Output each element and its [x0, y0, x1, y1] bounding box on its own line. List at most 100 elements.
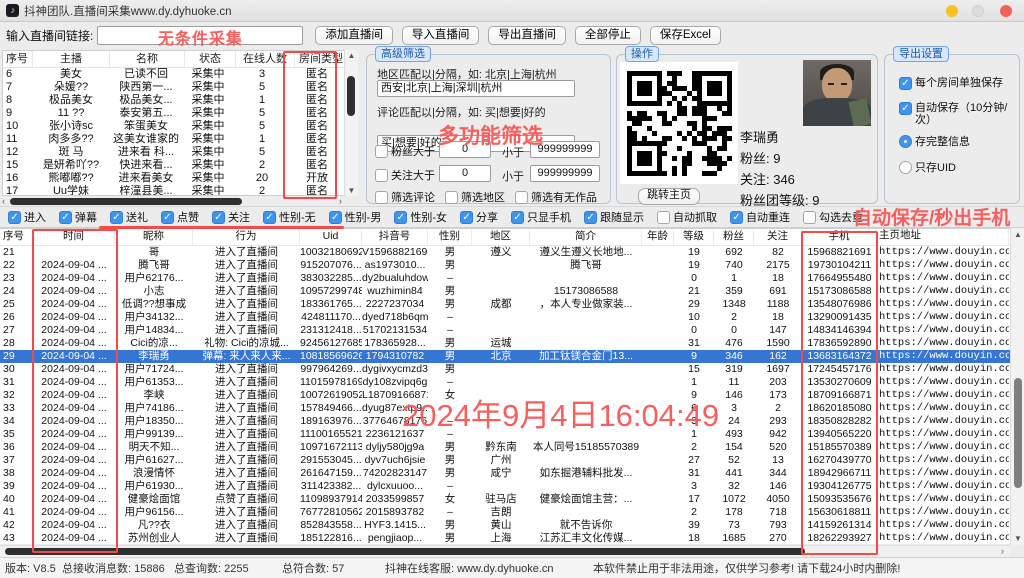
checkbox-icon[interactable]: ✓	[460, 211, 473, 224]
viewers-horizontal-scrollbar[interactable]: ›	[0, 545, 1010, 557]
import-rooms-button[interactable]: 导入直播间	[402, 26, 480, 45]
table-row[interactable]: 232024-09-04 ...用户62176...进入了直播间38303228…	[0, 272, 1010, 285]
table-row[interactable]: 10张小诗sc笨蛋美女采集中5匿名	[3, 120, 357, 133]
column-header[interactable]: 时间	[33, 229, 115, 245]
checkbox-icon[interactable]: ✓	[329, 211, 342, 224]
checkbox-icon[interactable]: ✓	[584, 211, 597, 224]
follow-min-input[interactable]: 0	[439, 165, 491, 182]
column-header[interactable]: 主页地址	[877, 229, 1009, 245]
checkbox-点赞[interactable]: ✓点赞	[161, 209, 199, 225]
checkbox-icon[interactable]	[375, 169, 388, 182]
column-header[interactable]: 昵称	[115, 229, 193, 245]
column-header[interactable]: 关注	[754, 229, 802, 245]
table-row[interactable]: 302024-09-04 ...用户71724...进入了直播间99796426…	[0, 363, 1010, 376]
column-header[interactable]: Uid	[300, 229, 362, 245]
column-header[interactable]: 主播	[33, 51, 110, 67]
checkbox-icon[interactable]	[803, 211, 816, 224]
table-row[interactable]: 17Uu学妹梓潼县美...采集中2匿名	[3, 185, 357, 196]
checkbox-icon[interactable]	[657, 211, 670, 224]
table-row[interactable]: 8极品美女极品美女...采集中1匿名	[3, 94, 357, 107]
checkbox-每个房间单独保存[interactable]: ✓每个房间单独保存	[899, 77, 1015, 90]
column-header[interactable]: 简介	[530, 229, 642, 245]
scroll-down-icon[interactable]: ▼	[1011, 534, 1024, 543]
table-row[interactable]: 15是妍希吖??快进来看...采集中2匿名	[3, 159, 357, 172]
checkbox-icon[interactable]: ✓	[899, 102, 912, 115]
checkbox-icon[interactable]: ✓	[59, 211, 72, 224]
table-row[interactable]: 11肉多多??这美女谁家的采集中1匿名	[3, 133, 357, 146]
maximize-button[interactable]	[972, 5, 984, 17]
checkbox-筛选地区[interactable]: 筛选地区	[445, 189, 505, 205]
table-row[interactable]: 372024-09-04 ...用户61627...进入了直播间29155304…	[0, 454, 1010, 467]
minimize-button[interactable]	[946, 5, 958, 17]
add-room-button[interactable]: 添加直播间	[315, 26, 393, 45]
rooms-scroll-thumb[interactable]	[347, 76, 355, 116]
checkbox-只显手机[interactable]: ✓只显手机	[511, 209, 571, 225]
fans-filter-checkbox[interactable]: 粉丝大于	[375, 143, 435, 159]
checkbox-跟随显示[interactable]: ✓跟随显示	[584, 209, 644, 225]
radio-icon[interactable]	[899, 161, 912, 174]
table-row[interactable]: 362024-09-04 ...明天不知...进入了直播间10971672113…	[0, 441, 1010, 454]
scroll-up-icon[interactable]: ▲	[1011, 230, 1024, 239]
table-row[interactable]: 252024-09-04 ...低调??想事成进入了直播间183361765..…	[0, 298, 1010, 311]
radio-存完整信息[interactable]: 存完整信息	[899, 133, 970, 149]
table-row[interactable]: 412024-09-04 ...用户96156...进入了直播间76772810…	[0, 506, 1010, 519]
table-row[interactable]: 392024-09-04 ...用户61930...进入了直播间31142338…	[0, 480, 1010, 493]
checkbox-icon[interactable]	[375, 191, 388, 204]
radio-只存UID[interactable]: 只存UID	[899, 159, 970, 175]
checkbox-进入[interactable]: ✓进入	[8, 209, 46, 225]
table-row[interactable]: 312024-09-04 ...用户61353...进入了直播间11015978…	[0, 376, 1010, 389]
checkbox-icon[interactable]: ✓	[263, 211, 276, 224]
table-row[interactable]: 272024-09-04 ...用户14834...进入了直播间23131241…	[0, 324, 1010, 337]
viewers-hscroll-thumb[interactable]	[5, 548, 805, 555]
checkbox-送礼[interactable]: ✓送礼	[110, 209, 148, 225]
table-row[interactable]: 16熊嘟嘟??进来看美女采集中20开放	[3, 172, 357, 185]
checkbox-弹幕[interactable]: ✓弹幕	[59, 209, 97, 225]
table-row[interactable]: 242024-09-04 ...小志进入了直播间109572997480wuzh…	[0, 285, 1010, 298]
column-header[interactable]: 名称	[110, 51, 185, 67]
support-link[interactable]: 抖神在线客服: www.dy.dyhuoke.cn	[385, 560, 593, 576]
table-row[interactable]: 382024-09-04 ...浪漫情怀进入了直播间261647159...74…	[0, 467, 1010, 480]
column-header[interactable]: 抖音号	[362, 229, 428, 245]
close-button[interactable]	[1000, 5, 1012, 17]
table-row[interactable]: 21哥进入了直播间100321806920V15968821691男遵义遵义生遵…	[0, 246, 1010, 259]
checkbox-icon[interactable]	[375, 145, 388, 158]
checkbox-icon[interactable]: ✓	[394, 211, 407, 224]
column-header[interactable]: 行为	[193, 229, 300, 245]
checkbox-性别-无[interactable]: ✓性别-无	[263, 209, 316, 225]
column-header[interactable]: 手机	[802, 229, 877, 245]
scroll-right-icon[interactable]: ›	[339, 196, 342, 206]
column-header[interactable]: 等级	[674, 229, 714, 245]
column-header[interactable]: 状态	[185, 51, 236, 67]
table-row[interactable]: 432024-09-04 ...苏州创业人进入了直播间185122816...p…	[0, 532, 1010, 544]
table-row[interactable]: 12斑 马进来看 科...采集中5匿名	[3, 146, 357, 159]
rooms-vertical-scrollbar[interactable]: ▲ ▼	[344, 50, 358, 196]
scroll-up-icon[interactable]: ▲	[345, 51, 358, 60]
scroll-right-icon[interactable]: ›	[1001, 546, 1004, 556]
table-row[interactable]: 402024-09-04 ...健豪烩面馆点赞了直播间1109893791472…	[0, 493, 1010, 506]
rooms-hscroll-thumb[interactable]	[10, 198, 242, 205]
column-header[interactable]: 序号	[3, 51, 33, 67]
save-excel-button[interactable]: 保存Excel	[650, 26, 721, 45]
checkbox-icon[interactable]: ✓	[730, 211, 743, 224]
column-header[interactable]: 地区	[472, 229, 530, 245]
checkbox-icon[interactable]: ✓	[212, 211, 225, 224]
column-header[interactable]: 序号	[0, 229, 33, 245]
checkbox-icon[interactable]: ✓	[110, 211, 123, 224]
follow-filter-checkbox[interactable]: 关注大于	[375, 167, 435, 183]
checkbox-关注[interactable]: ✓关注	[212, 209, 250, 225]
checkbox-自动抓取[interactable]: 自动抓取	[657, 209, 717, 225]
column-header[interactable]: 性别	[428, 229, 472, 245]
viewers-scroll-thumb[interactable]	[1014, 378, 1022, 488]
stop-all-button[interactable]: 全部停止	[575, 26, 641, 45]
checkbox-icon[interactable]: ✓	[161, 211, 174, 224]
checkbox-性别-男[interactable]: ✓性别-男	[329, 209, 382, 225]
radio-icon[interactable]	[899, 135, 912, 148]
table-row[interactable]: 222024-09-04 ...腾飞哥进入了直播间915207076...as1…	[0, 259, 1010, 272]
jump-homepage-button[interactable]: 跳转主页	[638, 188, 700, 205]
checkbox-icon[interactable]	[515, 191, 528, 204]
column-header[interactable]: 房间类型	[295, 51, 348, 67]
region-filter-input[interactable]: 西安|北京|上海|深圳|杭州	[377, 80, 575, 97]
column-header[interactable]: 粉丝	[714, 229, 754, 245]
checkbox-自动保存（10分钟/次）[interactable]: ✓自动保存（10分钟/次）	[899, 102, 1015, 126]
table-row[interactable]: 282024-09-04 ...Cici的凉...礼物: Cici的凉城...9…	[0, 337, 1010, 350]
